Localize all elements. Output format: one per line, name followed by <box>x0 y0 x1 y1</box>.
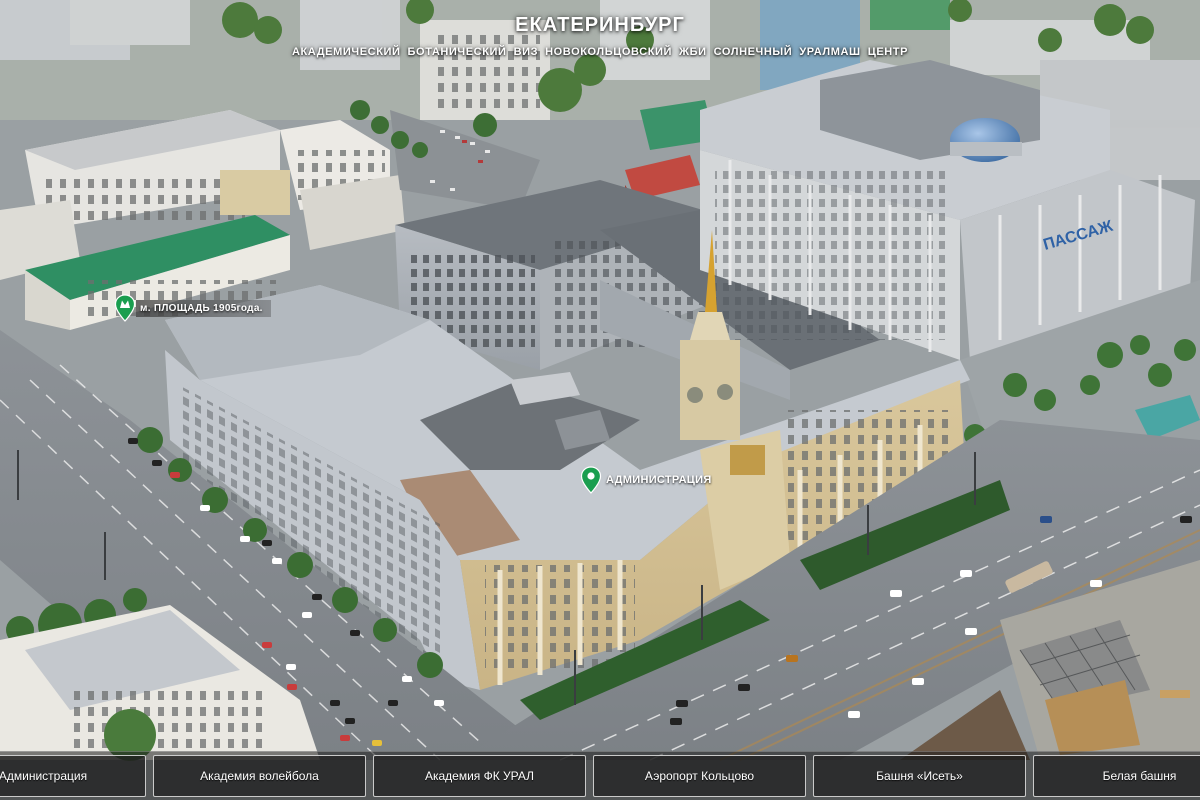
district-nav: АКАДЕМИЧЕСКИЙ БОТАНИЧЕСКИЙ ВИЗ НОВОКОЛЬЦ… <box>0 46 1200 58</box>
place-button-administration[interactable]: Администрация <box>0 755 146 797</box>
district-link-uralmash[interactable]: УРАЛМАШ <box>799 46 860 58</box>
place-button-volleyball-academy[interactable]: Академия волейбола <box>153 755 366 797</box>
district-link-solnechny[interactable]: СОЛНЕЧНЫЙ <box>714 46 793 58</box>
metro-pin-icon <box>114 294 136 322</box>
panorama-viewer[interactable]: ПАССАЖ ЕКАТЕРИНБУРГ АКАДЕМИЧЕСКИЙ БОТАНИ… <box>0 0 1200 800</box>
district-link-viz[interactable]: ВИЗ <box>514 46 539 58</box>
metro-station-marker[interactable]: м. ПЛОЩАДЬ 1905года. <box>114 294 271 322</box>
location-pin-icon <box>580 466 602 494</box>
district-link-academic[interactable]: АКАДЕМИЧЕСКИЙ <box>292 46 401 58</box>
aerial-panorama-image[interactable]: ПАССАЖ <box>0 0 1200 800</box>
district-link-center[interactable]: ЦЕНТР <box>868 46 908 58</box>
place-button-fc-ural-academy[interactable]: Академия ФК УРАЛ <box>373 755 586 797</box>
place-button-white-tower[interactable]: Белая башня <box>1033 755 1200 797</box>
metro-marker-label: м. ПЛОЩАДЬ 1905года. <box>136 299 271 317</box>
district-link-novokoltsovsky[interactable]: НОВОКОЛЬЦОВСКИЙ <box>545 46 672 58</box>
place-button-iset-tower[interactable]: Башня «Исеть» <box>813 755 1026 797</box>
administration-marker-label: АДМИНИСТРАЦИЯ <box>606 474 712 486</box>
city-title: ЕКАТЕРИНБУРГ <box>515 14 685 36</box>
district-link-botanical[interactable]: БОТАНИЧЕСКИЙ <box>408 46 507 58</box>
administration-marker[interactable]: АДМИНИСТРАЦИЯ <box>580 466 720 494</box>
district-link-zhbi[interactable]: ЖБИ <box>679 46 707 58</box>
place-button-koltsovo-airport[interactable]: Аэропорт Кольцово <box>593 755 806 797</box>
places-carousel: Администрация Академия волейбола Академи… <box>0 751 1200 800</box>
